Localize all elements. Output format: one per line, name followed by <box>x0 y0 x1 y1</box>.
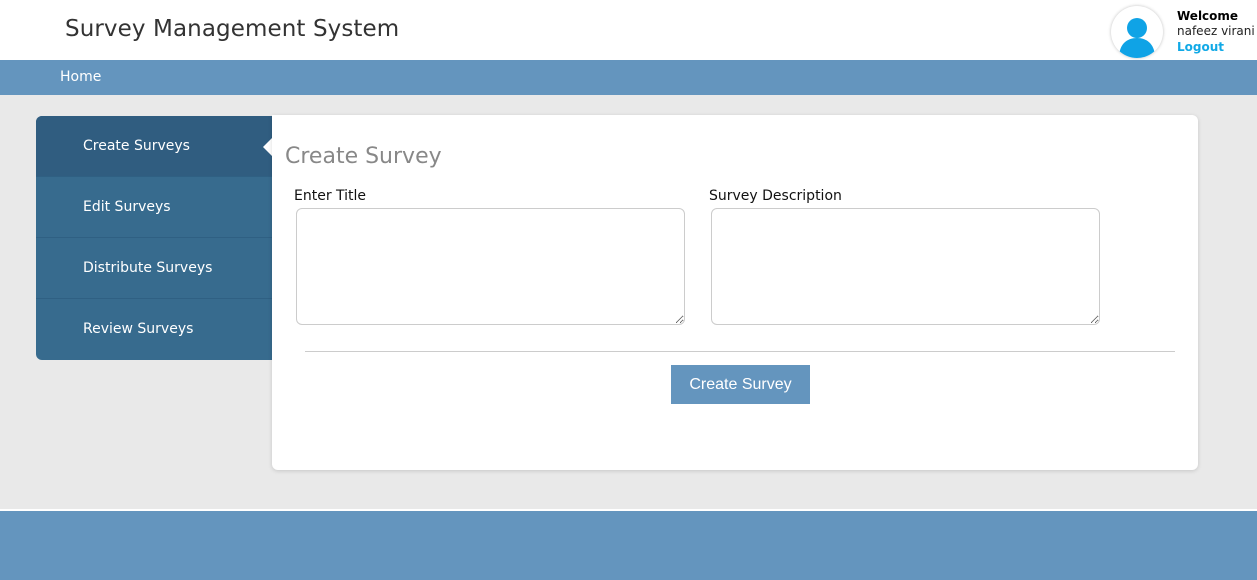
title-input[interactable] <box>296 208 685 325</box>
sidebar-item-label: Review Surveys <box>83 321 194 337</box>
app-title: Survey Management System <box>65 16 400 42</box>
title-label: Enter Title <box>294 188 367 204</box>
welcome-text: Welcome <box>1177 9 1239 23</box>
avatar <box>1111 6 1163 58</box>
active-indicator-arrow <box>263 138 272 156</box>
sidebar-item-label: Create Surveys <box>83 138 190 154</box>
user-block: Welcome nafeez virani Logout <box>1177 9 1255 55</box>
user-icon <box>1119 18 1155 58</box>
sidebar-item-review-surveys[interactable]: Review Surveys <box>36 299 272 360</box>
header: Survey Management System Welcome nafeez … <box>0 0 1257 60</box>
navbar: Home <box>0 60 1257 95</box>
sidebar-item-edit-surveys[interactable]: Edit Surveys <box>36 177 272 238</box>
sidebar-item-label: Edit Surveys <box>83 199 171 215</box>
logout-link[interactable]: Logout <box>1177 39 1255 55</box>
sidebar-item-distribute-surveys[interactable]: Distribute Surveys <box>36 238 272 299</box>
create-survey-button[interactable]: Create Survey <box>671 365 810 404</box>
nav-home-link[interactable]: Home <box>60 69 101 85</box>
divider <box>305 351 1175 352</box>
create-survey-panel: Create Survey Enter Title Survey Descrip… <box>272 115 1198 470</box>
panel-title: Create Survey <box>285 144 442 169</box>
username: nafeez virani <box>1177 24 1255 38</box>
sidebar-item-create-surveys[interactable]: Create Surveys <box>36 116 272 177</box>
footer <box>0 511 1257 580</box>
sidebar: Create Surveys Edit Surveys Distribute S… <box>36 116 272 360</box>
description-label: Survey Description <box>709 188 842 204</box>
description-input[interactable] <box>711 208 1100 325</box>
sidebar-item-label: Distribute Surveys <box>83 260 213 276</box>
